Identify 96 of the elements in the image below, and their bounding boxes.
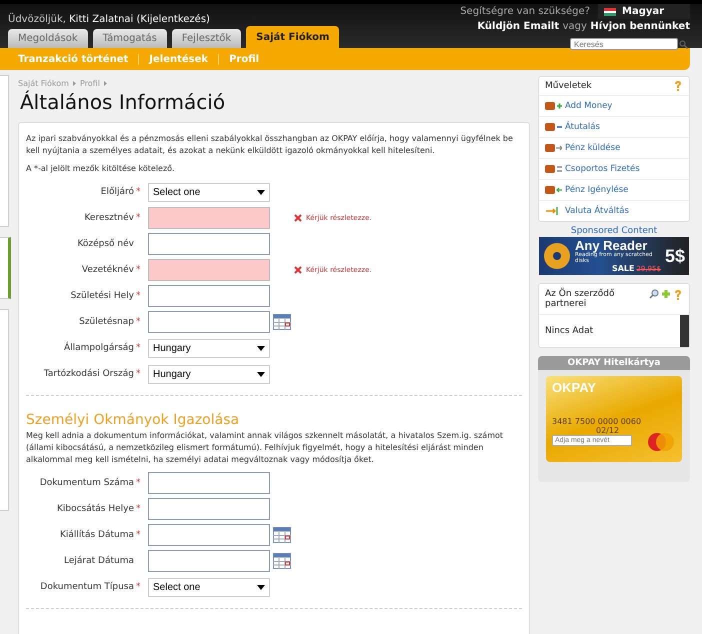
input-field[interactable]	[148, 285, 270, 307]
input-field[interactable]	[148, 498, 270, 520]
ad-sale: SALE	[612, 264, 634, 273]
field-label: Keresztnév	[83, 213, 135, 223]
wallet-icon	[545, 164, 562, 174]
search-icon[interactable]	[679, 40, 688, 48]
ad-title: Any Reader	[575, 239, 648, 252]
caret-icon	[257, 584, 265, 590]
input-field[interactable]	[148, 207, 270, 229]
nav-tab[interactable]: Saját Fiókom	[246, 26, 340, 48]
dropdown[interactable]: Select one	[148, 182, 270, 202]
or-text: vagy	[562, 21, 587, 32]
wallet-icon	[545, 143, 562, 153]
nav-tab[interactable]: Fejlesztők	[172, 29, 242, 48]
input-field[interactable]	[148, 550, 270, 572]
caret-icon	[257, 372, 265, 376]
action-link[interactable]: Pénz küldése	[565, 143, 620, 153]
nav-tab[interactable]: Támogatás	[92, 29, 167, 48]
required-mark: *	[136, 265, 140, 275]
caret-icon	[257, 346, 265, 350]
error-icon	[294, 266, 302, 274]
field-label: Középső név	[76, 239, 135, 249]
section-text: Meg kell adnia a dokumentum információkat, valamint annak világos szkennelt másolatát, a hivatalos Szem.ig. számot (állami kibocsátású, a nemzetközileg elismert formátumú). Felhívjuk figyelmét, hogy a hitelesítési eljárást minden alkalommal meg kell ismételni, ha személyi adatai megváltoznak vagy módosítja őket.	[26, 430, 504, 466]
email-link[interactable]: Küldjön Emailt	[477, 21, 560, 32]
required-mark: *	[136, 369, 140, 379]
required-mark: *	[136, 504, 140, 514]
field-label: Dokumentum Száma	[38, 478, 135, 488]
action-link[interactable]: Add Money	[565, 101, 612, 111]
wallet-icon	[545, 185, 562, 195]
field-label: Lejárat Dátuma	[63, 556, 135, 566]
disc-icon	[543, 242, 571, 270]
caret-icon	[257, 190, 265, 194]
calendar-icon[interactable]	[273, 553, 291, 569]
wallet-icon	[545, 122, 562, 132]
field-label: Születésnap	[78, 317, 135, 327]
required-mark: *	[136, 291, 140, 301]
field-label: Állampolgárság	[62, 343, 135, 353]
plus-icon[interactable]	[661, 289, 671, 299]
dropdown[interactable]: Hungary	[148, 364, 270, 384]
card-brand: OKPAY	[552, 380, 598, 395]
calendar-icon[interactable]	[273, 527, 291, 543]
error-icon	[294, 214, 302, 222]
input-field[interactable]	[148, 259, 270, 281]
field-label: Kibocsátás Helye	[56, 504, 135, 514]
help-text: Segítségre van szüksége?	[460, 6, 590, 17]
help-icon[interactable]	[673, 289, 683, 301]
chevron-icon	[72, 81, 76, 86]
section-title: Személyi Okmányok Igazolása	[26, 412, 240, 428]
help-icon[interactable]	[673, 80, 683, 92]
intro-text: Az ipari szabványokkal és a pénzmosás elleni szabályokkal összhangban az OKPAY előírja, hogy valamennyi ügyfélnek be kell nyújtania a személyes adatait, és azokat a nekünk elküldött igazoló okmányokkal kell hitelesíteni.	[26, 133, 514, 157]
action-link[interactable]: Csoportos Fizetés	[565, 164, 640, 174]
panel-title: Műveletek	[545, 81, 592, 91]
required-mark: *	[136, 317, 140, 327]
search-icon[interactable]	[649, 289, 659, 299]
language-dropdown[interactable]: Magyar	[598, 4, 690, 19]
search-field[interactable]: Keresés	[570, 38, 678, 50]
input-field[interactable]	[148, 311, 270, 333]
input-field[interactable]	[148, 472, 270, 494]
flag-icon	[604, 8, 616, 16]
dropdown[interactable]: Hungary	[148, 338, 270, 358]
required-mark: *	[136, 343, 140, 353]
calendar-icon[interactable]	[273, 314, 291, 330]
nav-tab[interactable]: Megoldások	[8, 29, 88, 48]
required-mark: *	[136, 530, 140, 540]
ad-price: 5$	[664, 246, 685, 266]
card-number: 3481 7500 0000 0060	[552, 417, 642, 426]
sponsored-label: Sponsored Content	[570, 226, 658, 236]
greeting-text: Üdvözöljük, Kitti Zalatnai (Kijelentkezés)	[8, 14, 211, 25]
field-label: Kiállítás Dátuma	[59, 530, 135, 540]
card-logo-icon	[646, 432, 676, 452]
field-label: Előljáró	[100, 187, 135, 197]
field-label: Dokumentum Típusa	[39, 582, 135, 592]
input-field[interactable]	[148, 524, 270, 546]
action-link[interactable]: Pénz Igénylése	[565, 185, 628, 195]
scrollbar[interactable]	[680, 315, 689, 347]
dropdown[interactable]: Select one	[148, 578, 270, 596]
chevron-icon	[104, 81, 107, 86]
required-mark: *	[136, 187, 140, 197]
required-mark: *	[136, 213, 140, 223]
card-expiry: 02/12	[596, 426, 620, 435]
empty-text: Nincs Adat	[545, 326, 594, 336]
required-note: A *-al jelölt mezők kitöltése kötelező.	[26, 163, 176, 175]
page-title: Általános Információ	[20, 90, 226, 114]
action-link[interactable]: Valuta Átváltás	[565, 206, 629, 216]
side-panel	[0, 237, 11, 299]
required-mark: *	[136, 582, 140, 592]
required-mark: *	[136, 478, 140, 488]
panel-title: OKPAY Hitelkártya	[538, 356, 690, 370]
action-link[interactable]: Átutalás	[565, 122, 600, 132]
panel-title: Az Ön szerződő partnerei	[545, 289, 616, 309]
field-label: Vezetéknév	[80, 265, 135, 275]
field-label: Tartózkodási Ország	[42, 369, 135, 379]
call-link[interactable]: Hívjon bennünket	[590, 21, 690, 32]
wallet-icon	[545, 101, 562, 111]
field-label: Születési Hely	[70, 291, 135, 301]
input-field[interactable]	[148, 233, 270, 255]
